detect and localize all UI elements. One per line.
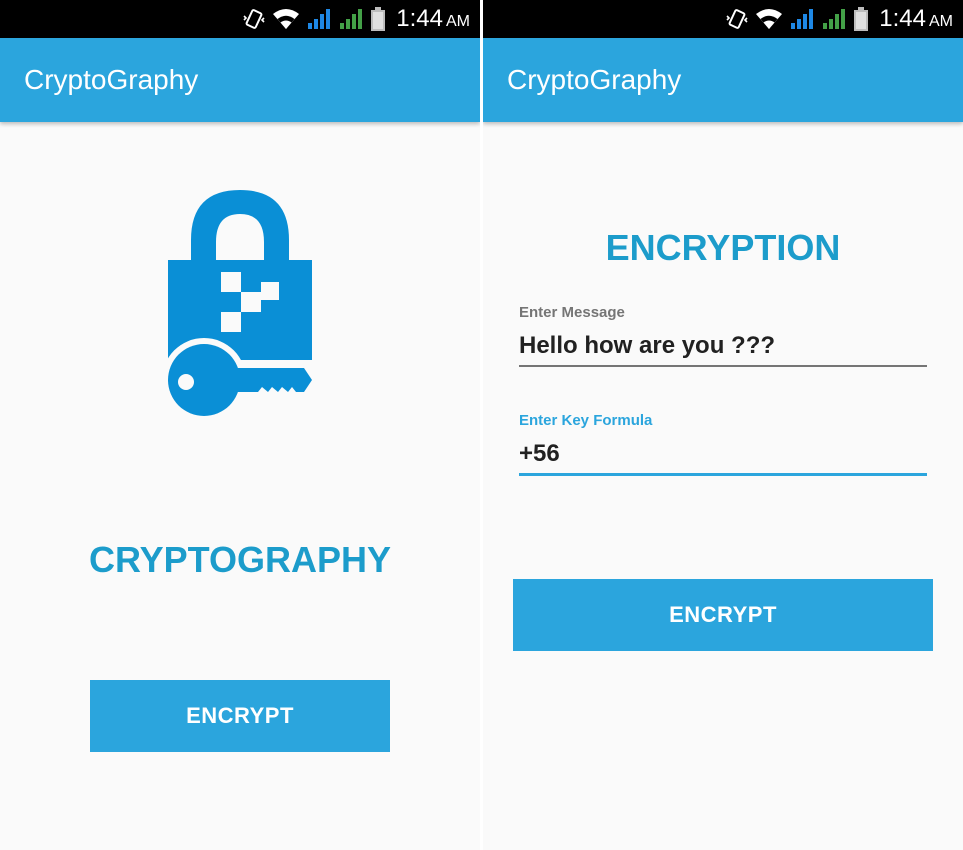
- clock-ampm: AM: [446, 13, 470, 30]
- app-title: CryptoGraphy: [24, 64, 199, 95]
- message-field: Enter Message: [519, 303, 927, 367]
- wifi-icon: [756, 9, 783, 29]
- clock-time: 1:44: [879, 5, 926, 32]
- signal-sim2-icon: [340, 9, 363, 29]
- key-formula-field: Enter Key Formula: [519, 411, 927, 476]
- clock-ampm: AM: [929, 13, 953, 30]
- status-clock: 1:44 AM: [396, 5, 470, 33]
- message-input[interactable]: [519, 331, 927, 365]
- key-formula-underline: [519, 473, 927, 476]
- signal-sim2-icon: [823, 9, 846, 29]
- status-bar: 1:44 AM: [483, 0, 963, 38]
- splash-screen: 1:44 AM CryptoGraphy CRYPTOGRAPHY ENCRYP…: [0, 0, 480, 850]
- status-icons: 1:44 AM: [242, 0, 470, 38]
- key-formula-input[interactable]: [519, 439, 927, 473]
- encrypt-button[interactable]: ENCRYPT: [513, 579, 933, 651]
- status-icons: 1:44 AM: [725, 0, 953, 38]
- wifi-icon: [273, 9, 300, 29]
- lock-key-icon: [166, 190, 312, 420]
- app-wrapper: 1:44 AM CryptoGraphy CRYPTOGRAPHY ENCRYP…: [0, 0, 963, 850]
- message-underline: [519, 365, 927, 367]
- key-formula-label: Enter Key Formula: [519, 412, 653, 429]
- section-title: ENCRYPTION: [605, 227, 841, 268]
- signal-sim1-icon: [308, 9, 331, 29]
- message-label: Enter Message: [519, 304, 625, 321]
- battery-icon: [371, 7, 386, 31]
- vibrate-icon: [726, 9, 748, 29]
- brand-title: CRYPTOGRAPHY: [88, 539, 392, 580]
- status-clock: 1:44 AM: [879, 5, 953, 33]
- clock-time: 1:44: [396, 5, 443, 32]
- app-bar: CryptoGraphy: [483, 38, 963, 122]
- app-title: CryptoGraphy: [507, 64, 682, 95]
- encryption-screen: 1:44 AM CryptoGraphy ENCRYPTION Enter Me…: [483, 0, 963, 850]
- signal-sim1-icon: [791, 9, 814, 29]
- status-bar: 1:44 AM: [0, 0, 480, 38]
- battery-icon: [854, 7, 869, 31]
- app-bar: CryptoGraphy: [0, 38, 480, 122]
- encrypt-button[interactable]: ENCRYPT: [90, 680, 390, 752]
- vibrate-icon: [243, 9, 265, 29]
